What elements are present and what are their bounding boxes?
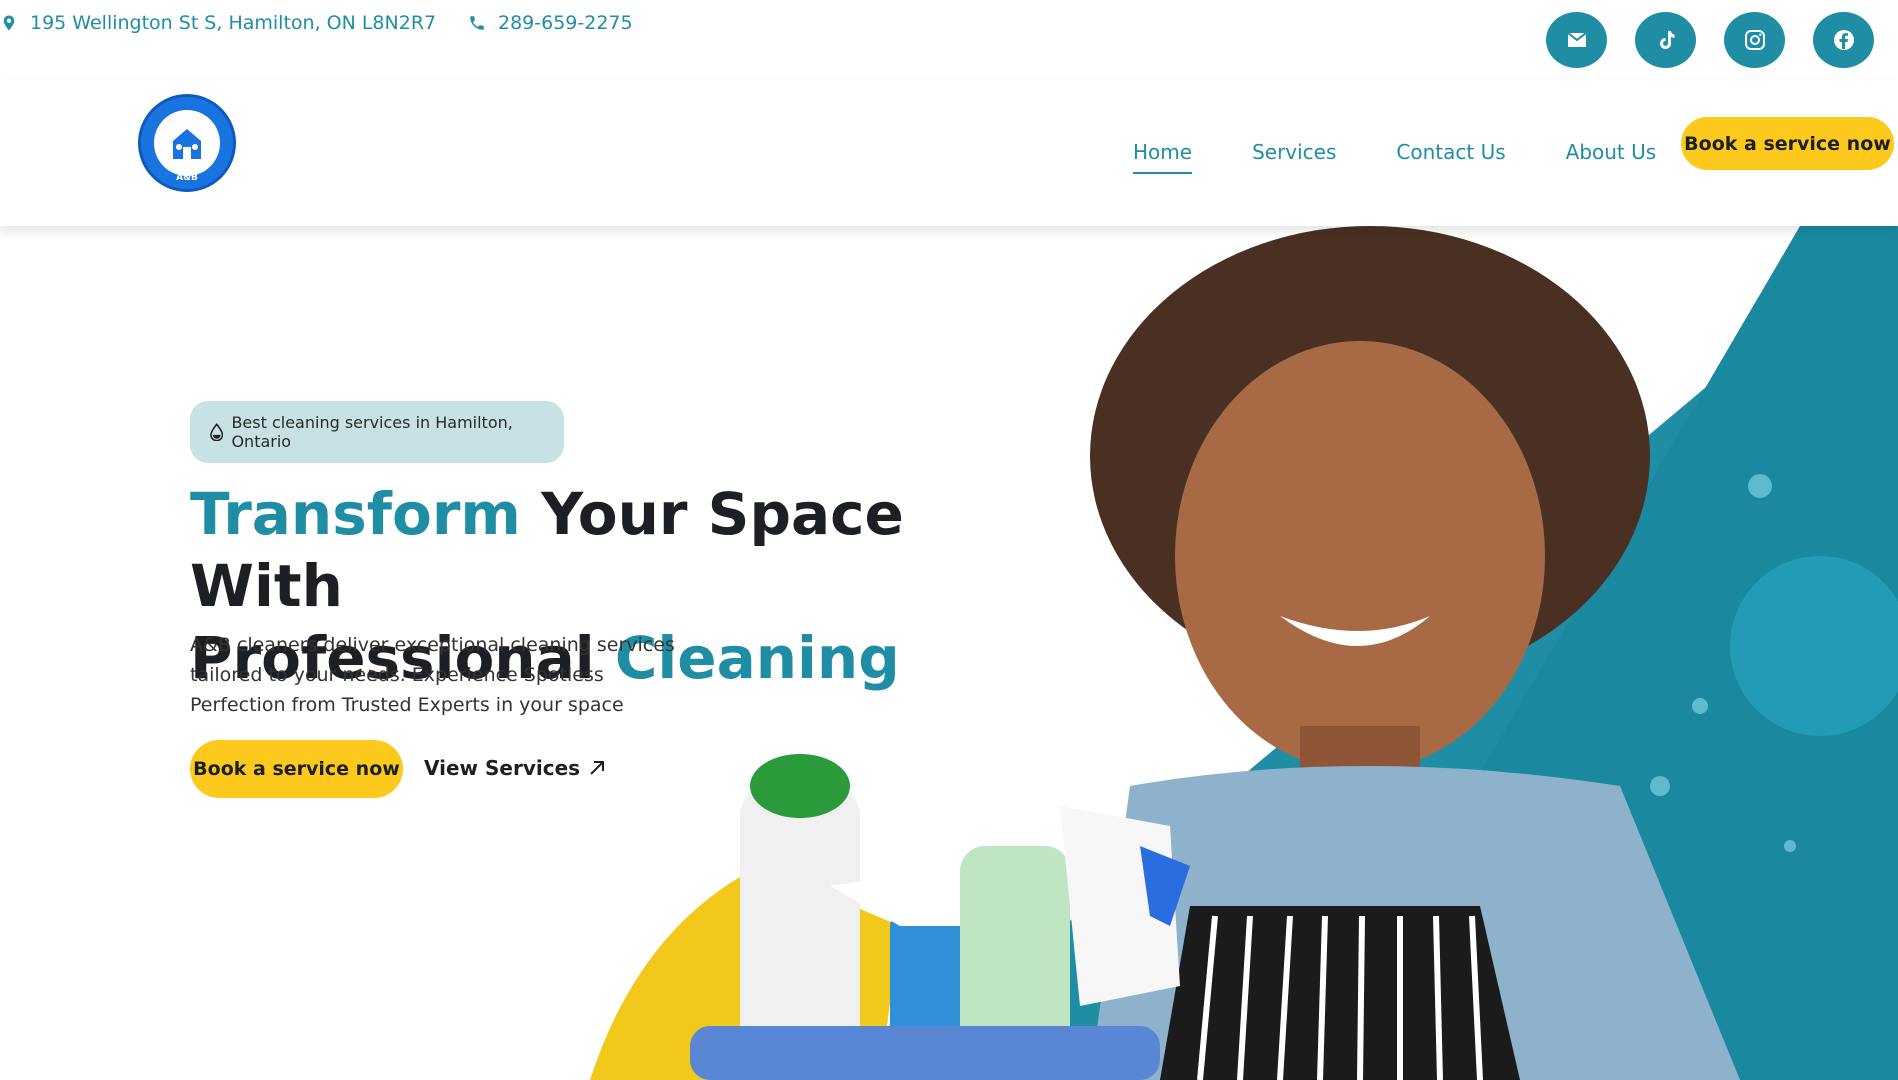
hero-badge: Best cleaning services in Hamilton, Onta…	[190, 401, 564, 463]
cleaners-figure-icon	[173, 129, 201, 159]
header-book-button[interactable]: Book a service now	[1681, 117, 1894, 170]
main-nav: Home Services Contact Us About Us	[1133, 140, 1656, 174]
instagram-button[interactable]	[1724, 12, 1785, 68]
view-services-label: View Services	[424, 756, 581, 780]
email-icon	[1566, 32, 1587, 47]
phone-text: 289-659-2275	[498, 12, 633, 34]
tiktok-button[interactable]	[1635, 12, 1696, 68]
headline-transform: Transform	[190, 480, 521, 548]
phone-info[interactable]: 289-659-2275	[468, 12, 633, 34]
nav-about[interactable]: About Us	[1566, 140, 1657, 174]
nav-services[interactable]: Services	[1252, 140, 1336, 174]
logo-emblem	[154, 110, 220, 176]
hero-subtext: A&B cleaners deliver exceptional cleanin…	[190, 634, 675, 716]
tiktok-icon	[1659, 31, 1674, 49]
facebook-button[interactable]	[1813, 12, 1874, 68]
logo-text: A&B	[176, 173, 198, 183]
nav-home[interactable]: Home	[1133, 140, 1193, 174]
top-info-bar: 195 Wellington St S, Hamilton, ON L8N2R7…	[0, 0, 1898, 80]
address-info[interactable]: 195 Wellington St S, Hamilton, ON L8N2R7	[0, 12, 436, 34]
company-logo[interactable]: A&B	[138, 94, 236, 192]
location-pin-icon	[3, 15, 15, 31]
hero-section: Best cleaning services in Hamilton, Onta…	[0, 226, 1898, 1080]
site-header: A&B Home Services Contact Us About Us Bo…	[0, 80, 1898, 226]
address-text: 195 Wellington St S, Hamilton, ON L8N2R7	[30, 12, 437, 34]
nav-contact[interactable]: Contact Us	[1396, 140, 1505, 174]
hero-book-button[interactable]: Book a service now	[190, 740, 403, 798]
email-button[interactable]	[1546, 12, 1607, 68]
water-drop-icon	[210, 423, 224, 441]
view-services-link[interactable]: View Services	[424, 756, 606, 780]
social-links	[1546, 12, 1874, 68]
phone-icon	[470, 16, 484, 30]
arrow-up-right-icon	[590, 761, 605, 775]
badge-text: Best cleaning services in Hamilton, Onta…	[231, 413, 513, 451]
facebook-icon	[1833, 30, 1854, 50]
instagram-icon	[1744, 30, 1765, 50]
